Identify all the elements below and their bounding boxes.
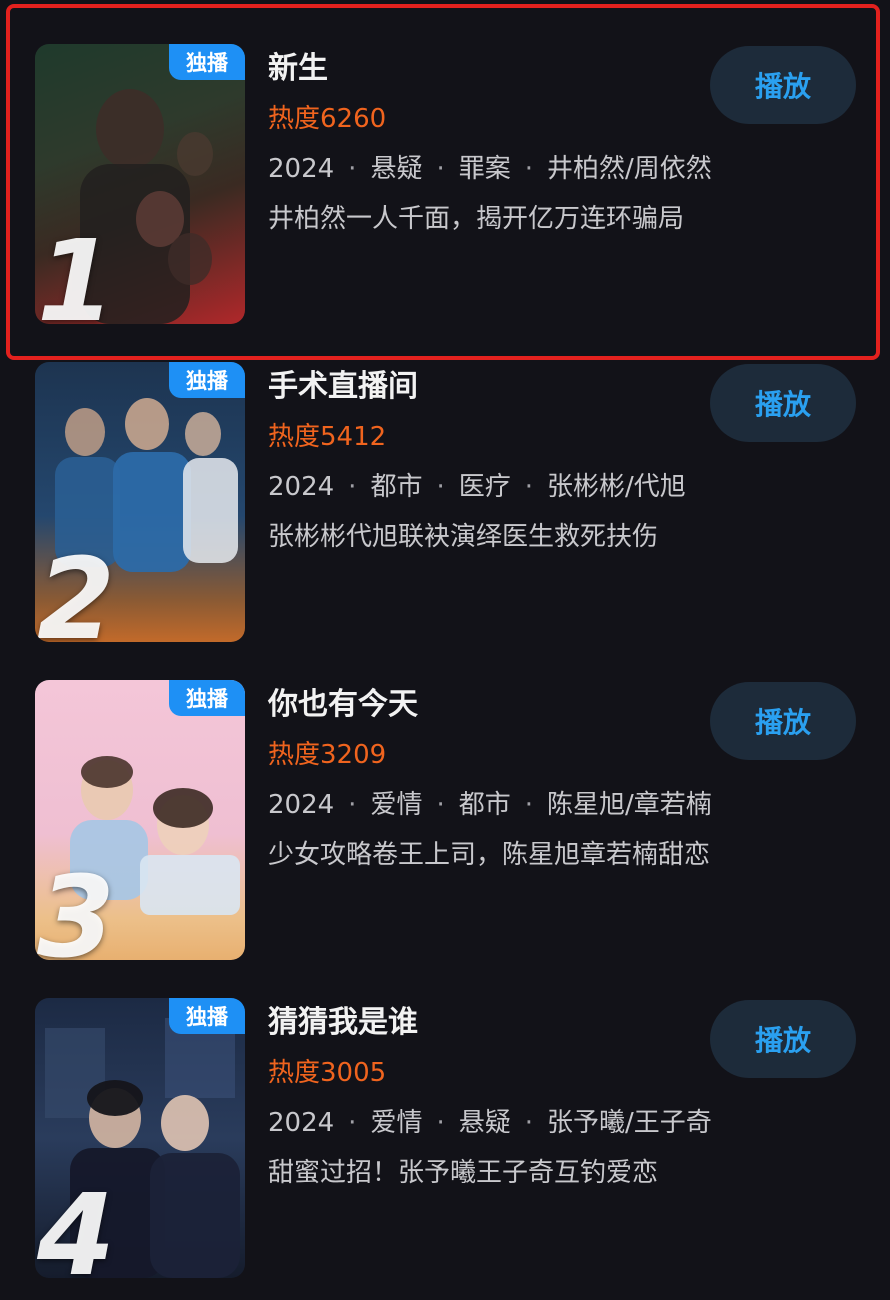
show-title[interactable]: 猜猜我是谁 xyxy=(268,998,712,1048)
exclusive-badge: 独播 xyxy=(169,44,245,80)
show-info: 新生 热度6260 2024 · 悬疑 · 罪案 · 井柏然/周依然 井柏然一人千面，揭开亿… xyxy=(268,44,712,244)
genre: 悬疑 xyxy=(370,154,423,184)
show-ranking-list: 独播 1 新生 热度6260 2024 · 悬疑 · 罪案 · 井柏然/周依然 井柏然一人千… xyxy=(0,0,890,1300)
genre: 爱情 xyxy=(370,790,423,820)
year: 2024 xyxy=(268,472,335,502)
heat-value: 3209 xyxy=(320,740,387,770)
list-item[interactable]: 独播 4 猜猜我是谁 热度3005 2024 · 爱情 · 悬疑 · 张予曦/王子奇 甜蜜过… xyxy=(0,954,890,1278)
heat-value: 6260 xyxy=(320,104,387,134)
genre: 悬疑 xyxy=(458,1108,511,1138)
genre: 罪案 xyxy=(458,154,511,184)
heat-label: 热度 xyxy=(268,1058,321,1088)
cast: 井柏然/周依然 xyxy=(547,154,712,184)
show-title[interactable]: 新生 xyxy=(268,44,712,94)
play-button[interactable]: 播放 xyxy=(710,364,856,442)
year: 2024 xyxy=(268,1108,335,1138)
separator-dot: · xyxy=(436,472,445,502)
poster[interactable]: 独播 4 xyxy=(35,998,245,1278)
separator-dot: · xyxy=(348,1108,357,1138)
rank-number: 2 xyxy=(37,535,115,642)
genre: 都市 xyxy=(458,790,511,820)
heat-score: 热度5412 xyxy=(268,412,686,462)
show-description: 少女攻略卷王上司，陈星旭章若楠甜恋 xyxy=(268,840,711,870)
heat-score: 热度3005 xyxy=(268,1048,712,1098)
separator-dot: · xyxy=(524,790,533,820)
play-button[interactable]: 播放 xyxy=(710,1000,856,1078)
cast: 张彬彬/代旭 xyxy=(547,472,686,502)
show-title[interactable]: 你也有今天 xyxy=(268,680,712,730)
show-meta: 2024 · 悬疑 · 罪案 · 井柏然/周依然 xyxy=(268,144,712,194)
heat-value: 3005 xyxy=(320,1058,387,1088)
separator-dot: · xyxy=(436,790,445,820)
poster[interactable]: 独播 1 xyxy=(35,44,245,324)
genre: 爱情 xyxy=(370,1108,423,1138)
poster[interactable]: 独播 2 xyxy=(35,362,245,642)
cast: 陈星旭/章若楠 xyxy=(547,790,712,820)
list-item[interactable]: 独播 1 新生 热度6260 2024 · 悬疑 · 罪案 · 井柏然/周依然 井柏然一人千… xyxy=(0,0,890,360)
show-info: 你也有今天 热度3209 2024 · 爱情 · 都市 · 陈星旭/章若楠 少女攻略卷王上司… xyxy=(268,680,712,880)
heat-label: 热度 xyxy=(268,740,321,770)
separator-dot: · xyxy=(524,472,533,502)
rank-number: 3 xyxy=(37,853,115,960)
heat-label: 热度 xyxy=(268,422,321,452)
genre: 都市 xyxy=(370,472,423,502)
separator-dot: · xyxy=(524,154,533,184)
genre: 医疗 xyxy=(458,472,511,502)
heat-value: 5412 xyxy=(320,422,387,452)
show-info: 猜猜我是谁 热度3005 2024 · 爱情 · 悬疑 · 张予曦/王子奇 甜蜜过招！张予曦… xyxy=(268,998,712,1198)
year: 2024 xyxy=(268,154,335,184)
play-button[interactable]: 播放 xyxy=(710,682,856,760)
heat-score: 热度3209 xyxy=(268,730,712,780)
play-button[interactable]: 播放 xyxy=(710,46,856,124)
show-description: 甜蜜过招！张予曦王子奇互钓爱恋 xyxy=(268,1158,659,1188)
rank-number: 4 xyxy=(37,1171,115,1278)
exclusive-badge: 独播 xyxy=(169,362,245,398)
show-description: 张彬彬代旭联袂演绎医生救死扶伤 xyxy=(268,522,659,552)
show-info: 手术直播间 热度5412 2024 · 都市 · 医疗 · 张彬彬/代旭 张彬彬代旭联袂演绎… xyxy=(268,362,686,562)
heat-score: 热度6260 xyxy=(268,94,712,144)
year: 2024 xyxy=(268,790,335,820)
show-meta: 2024 · 爱情 · 悬疑 · 张予曦/王子奇 xyxy=(268,1098,712,1148)
exclusive-badge: 独播 xyxy=(169,680,245,716)
rank-number: 1 xyxy=(37,217,115,324)
separator-dot: · xyxy=(348,154,357,184)
show-meta: 2024 · 都市 · 医疗 · 张彬彬/代旭 xyxy=(268,462,686,512)
cast: 张予曦/王子奇 xyxy=(547,1108,712,1138)
separator-dot: · xyxy=(524,1108,533,1138)
separator-dot: · xyxy=(436,1108,445,1138)
heat-label: 热度 xyxy=(268,104,321,134)
separator-dot: · xyxy=(436,154,445,184)
separator-dot: · xyxy=(348,472,357,502)
show-description: 井柏然一人千面，揭开亿万连环骗局 xyxy=(268,204,685,234)
exclusive-badge: 独播 xyxy=(169,998,245,1034)
show-title[interactable]: 手术直播间 xyxy=(268,362,686,412)
separator-dot: · xyxy=(348,790,357,820)
poster[interactable]: 独播 3 xyxy=(35,680,245,960)
list-item[interactable]: 独播 3 你也有今天 热度3209 2024 · 爱情 · 都市 · 陈星旭/章若楠 少女攻… xyxy=(0,636,890,960)
show-meta: 2024 · 爱情 · 都市 · 陈星旭/章若楠 xyxy=(268,780,712,830)
list-item[interactable]: 独播 2 手术直播间 热度5412 2024 · 都市 · 医疗 · 张彬彬/代旭 张彬彬代… xyxy=(0,318,890,642)
